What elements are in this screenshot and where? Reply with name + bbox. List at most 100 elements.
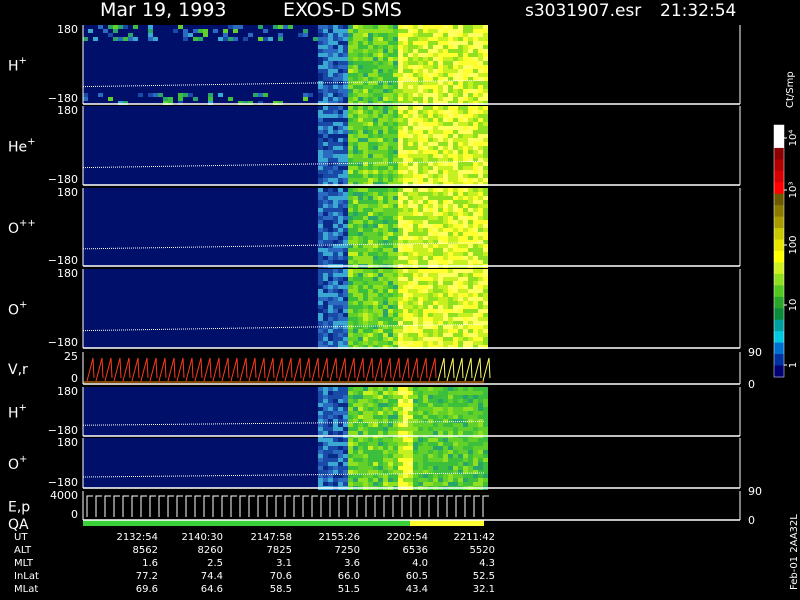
- x-table-cell: 58.5: [270, 584, 292, 595]
- x-table-cell: 70.6: [270, 571, 292, 582]
- side-note: Feb-01 2AA32L: [789, 514, 800, 590]
- panel-0-ymax: 180: [57, 23, 78, 36]
- x-table-row-label: MLat: [14, 584, 38, 595]
- x-table-cell: 4.0: [412, 558, 428, 569]
- x-table-cell: 7250: [335, 545, 360, 556]
- colorbar-swatch: [774, 262, 784, 275]
- panel-0-label-superscript: +: [19, 56, 27, 67]
- colorbar-swatch: [774, 296, 784, 309]
- panel-3-ymax: 180: [57, 267, 78, 280]
- colorbar-swatch: [774, 125, 784, 137]
- x-table-cell: 6536: [403, 545, 428, 556]
- panel-1-label-superscript: +: [27, 137, 35, 148]
- colorbar-tick: 10⁴: [788, 130, 799, 147]
- x-table-cell: 7825: [267, 545, 292, 556]
- panel-4-right-top: 90: [748, 346, 762, 359]
- x-table-cell: 64.6: [201, 584, 223, 595]
- colorbar-swatch: [774, 170, 784, 183]
- colorbar-swatch: [774, 193, 784, 206]
- x-table-row-label: InLat: [14, 571, 39, 582]
- panel-2-image: [82, 188, 740, 268]
- panel-6-image: [82, 438, 740, 490]
- panel-2-ymin: −180: [48, 254, 78, 267]
- colorbar-tick: 100: [788, 235, 799, 254]
- x-table-cell: 5520: [470, 545, 495, 556]
- panel-1-ymax: 180: [57, 104, 78, 117]
- panel-5-label-superscript: +: [19, 403, 27, 414]
- panel-7-right-top: 90: [748, 485, 762, 498]
- colorbar-tick: 10³: [788, 182, 799, 199]
- colorbar-swatch: [774, 273, 784, 286]
- x-table-cell: 51.5: [338, 584, 360, 595]
- panel-1-image: [82, 106, 740, 186]
- x-table-cell: 8562: [133, 545, 158, 556]
- colorbar-swatch: [774, 308, 784, 321]
- panel-7-label: E,p: [8, 500, 30, 516]
- panel-3-ymin: −180: [48, 336, 78, 349]
- x-table-cell: 2132:54: [116, 532, 158, 543]
- colorbar-swatch: [774, 182, 784, 195]
- panel-0-image: [82, 25, 740, 105]
- x-table-cell: 2147:58: [250, 532, 292, 543]
- colorbar-swatch: [774, 159, 784, 172]
- x-table-cell: 60.5: [406, 571, 428, 582]
- x-table-cell: 52.5: [473, 571, 495, 582]
- x-table-row-label: ALT: [14, 545, 32, 556]
- x-table-cell: 66.0: [338, 571, 360, 582]
- header-date: Mar 19, 1993: [100, 0, 227, 21]
- panel-6-label-superscript: +: [19, 454, 27, 465]
- panel-7-ymax: 4000: [50, 489, 78, 502]
- colorbar-swatch: [774, 319, 784, 332]
- panel-1-ymin: −180: [48, 173, 78, 186]
- x-table-cell: 3.6: [344, 558, 360, 569]
- colorbar-swatch: [774, 205, 784, 218]
- colorbar-swatch: [774, 342, 784, 355]
- panel-group: H+180−180He+180−180O++180−180O+180−180V,…: [8, 23, 762, 533]
- x-table-cell: 2.5: [207, 558, 223, 569]
- x-table-cell: 77.2: [136, 571, 158, 582]
- x-table-cell: 2202:54: [386, 532, 428, 543]
- x-table-cell: 74.4: [201, 571, 223, 582]
- header-file: s3031907.esr: [525, 1, 641, 21]
- colorbar-swatch: [774, 239, 784, 252]
- panel-3-label-superscript: +: [19, 300, 27, 311]
- x-table-cell: 8260: [198, 545, 223, 556]
- colorbar-swatch: [774, 285, 784, 298]
- panel-8-label: QA: [8, 517, 29, 533]
- x-table-cell: 32.1: [473, 584, 495, 595]
- panel-7-right-bottom: 0: [748, 514, 755, 527]
- colorbar-swatch: [774, 365, 784, 378]
- colorbar-swatch: [774, 216, 784, 229]
- panel-2-label-superscript: ++: [19, 218, 36, 229]
- colorbar-title: Ct/Smp: [785, 71, 796, 108]
- x-table-row-label: UT: [14, 532, 28, 543]
- colorbar-tick: 10: [788, 299, 799, 312]
- panel-3-image: [82, 269, 740, 349]
- x-table-row-label: MLT: [14, 558, 34, 569]
- x-table-cell: 69.6: [136, 584, 158, 595]
- panel-4-ymax: 25: [64, 350, 78, 363]
- x-table-cell: 3.1: [276, 558, 292, 569]
- sms-spectrogram-figure: Mar 19, 1993 EXOS-D SMS s3031907.esr 21:…: [0, 0, 800, 600]
- panel-6-ymax: 180: [57, 436, 78, 449]
- panel-4-right-bottom: 0: [748, 378, 755, 391]
- colorbar-swatch: [774, 228, 784, 241]
- header-mission: EXOS-D SMS: [283, 0, 402, 21]
- x-table-cell: 43.4: [406, 584, 428, 595]
- panel-4-ymin: 0: [71, 372, 78, 385]
- colorbar-tick: 1: [788, 362, 799, 368]
- panel-5-ymax: 180: [57, 385, 78, 398]
- panel-2-ymax: 180: [57, 186, 78, 199]
- panel-5-image: [82, 387, 740, 439]
- x-table-cell: 2140:30: [181, 532, 223, 543]
- panel-4-label: V,r: [8, 362, 28, 378]
- colorbar-swatch: [774, 251, 784, 263]
- colorbar-swatch: [774, 331, 784, 344]
- qa-bar: [83, 520, 484, 526]
- vr-trace: [83, 352, 740, 384]
- colorbar-swatch: [774, 147, 784, 160]
- x-table-cell: 2211:42: [453, 532, 495, 543]
- x-table-cell: 4.3: [479, 558, 495, 569]
- panel-7-ymin: 0: [71, 508, 78, 521]
- panel-6-ymin: −180: [48, 476, 78, 489]
